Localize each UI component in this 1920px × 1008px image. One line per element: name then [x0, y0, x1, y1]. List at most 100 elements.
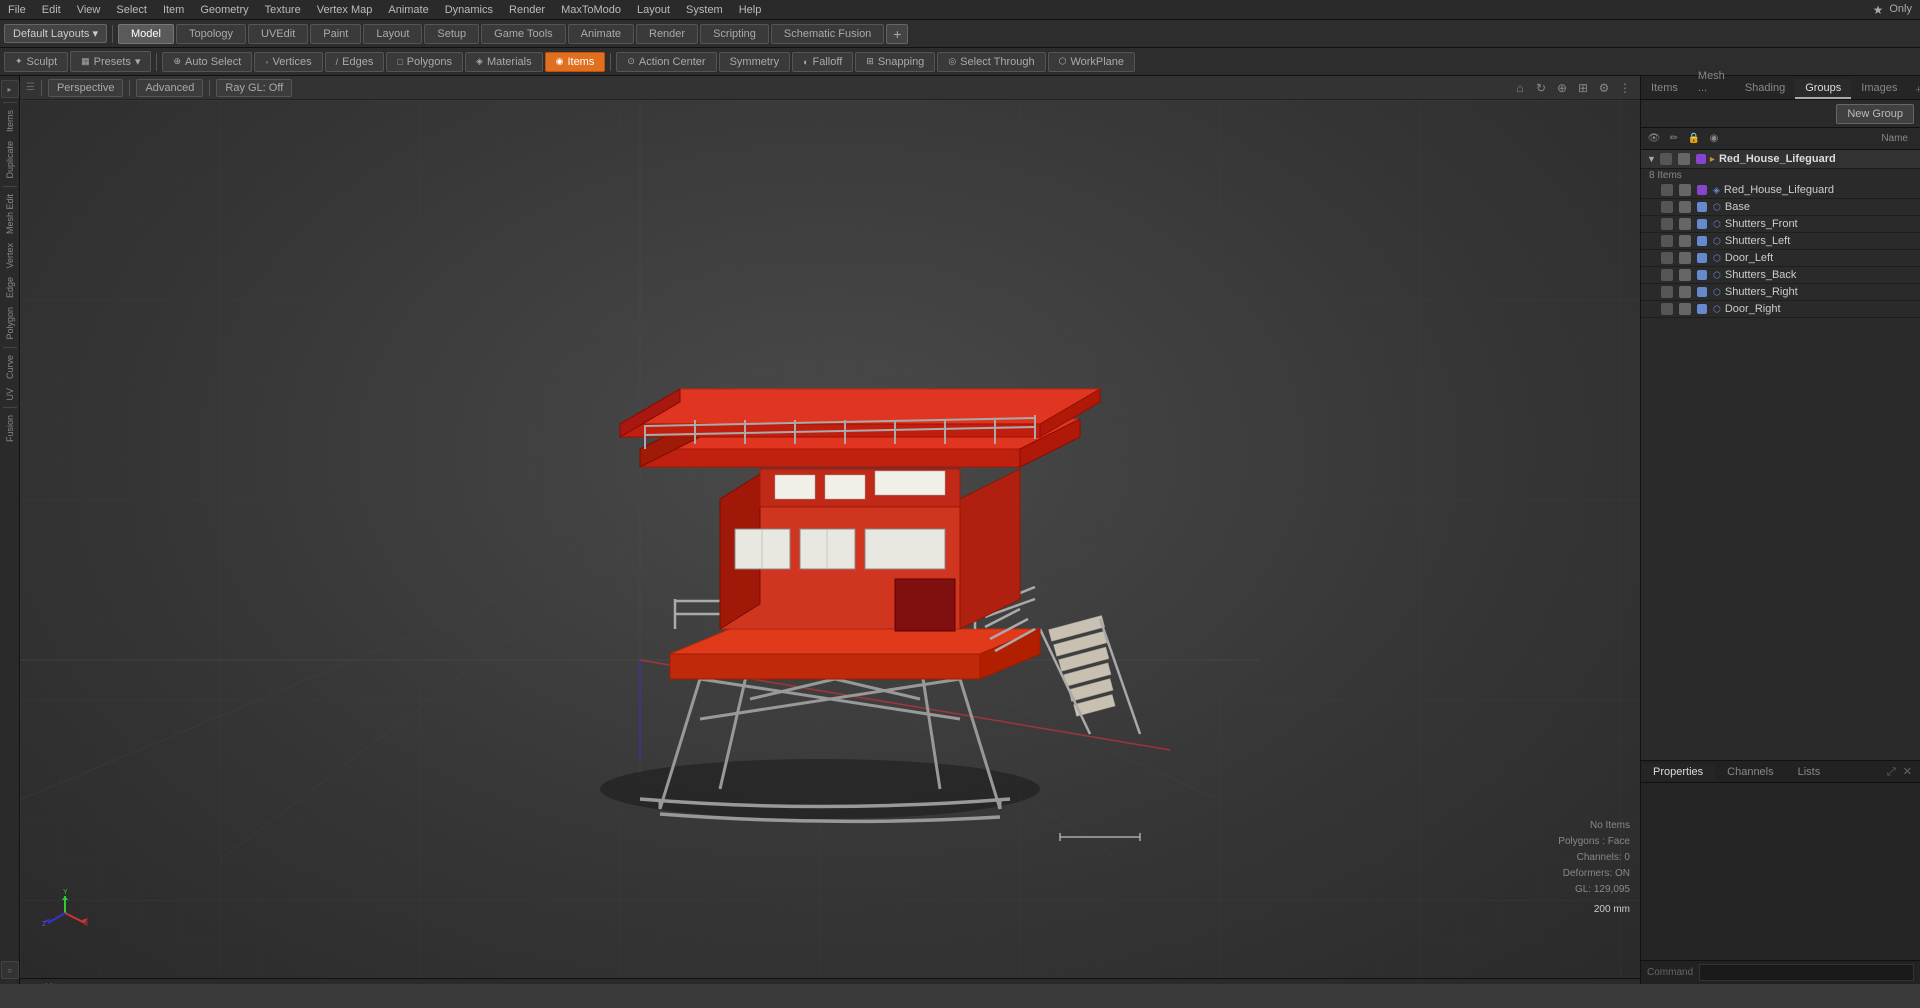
left-items-label[interactable]: Items: [3, 106, 17, 136]
menu-select[interactable]: Select: [108, 2, 155, 18]
new-group-button[interactable]: New Group: [1836, 104, 1914, 124]
list-item[interactable]: ⬡ Shutters_Back: [1641, 267, 1920, 284]
scene-group-row[interactable]: ▼ ▸ Red_House_Lifeguard: [1641, 150, 1920, 169]
list-item[interactable]: ⬡ Door_Left: [1641, 250, 1920, 267]
falloff-button[interactable]: ◐ Falloff: [792, 52, 853, 72]
channels-tab[interactable]: Channels: [1715, 764, 1785, 780]
tab-paint[interactable]: Paint: [310, 24, 361, 44]
tab-setup[interactable]: Setup: [424, 24, 479, 44]
menu-texture[interactable]: Texture: [257, 2, 309, 18]
color-icon[interactable]: ◉: [1705, 130, 1723, 148]
item-vis: [1661, 218, 1673, 230]
menu-item[interactable]: Item: [155, 2, 192, 18]
grid-icon[interactable]: ⊞: [1574, 79, 1592, 97]
list-item[interactable]: ⬡ Shutters_Right: [1641, 284, 1920, 301]
presets-button[interactable]: ▦ Presets ▾: [70, 51, 151, 72]
materials-button[interactable]: ◈ Materials: [465, 52, 543, 72]
items-button[interactable]: ◉ Items: [545, 52, 606, 72]
perspective-button[interactable]: Perspective: [48, 79, 123, 97]
viewport-menu-icon[interactable]: ☰: [26, 82, 35, 93]
left-divider-3: [3, 347, 17, 348]
left-duplicate-label[interactable]: Duplicate: [3, 137, 17, 183]
polygons-button[interactable]: □ Polygons: [386, 52, 463, 72]
left-curve-label[interactable]: Curve: [3, 351, 17, 383]
home-icon[interactable]: ⌂: [1511, 79, 1529, 97]
tab-layout[interactable]: Layout: [363, 24, 422, 44]
tab-animate[interactable]: Animate: [568, 24, 634, 44]
menu-layout[interactable]: Layout: [629, 2, 678, 18]
symmetry-button[interactable]: Symmetry: [719, 52, 791, 72]
list-item[interactable]: ⬡ Door_Right: [1641, 301, 1920, 318]
list-item[interactable]: ⬡ Shutters_Left: [1641, 233, 1920, 250]
menu-file[interactable]: File: [0, 2, 34, 18]
edges-button[interactable]: / Edges: [325, 52, 385, 72]
left-uv-label[interactable]: UV: [3, 384, 17, 405]
menu-render[interactable]: Render: [501, 2, 553, 18]
raygl-button[interactable]: Ray GL: Off: [216, 79, 292, 97]
add-tab-button[interactable]: +: [886, 24, 908, 44]
left-polygon-label[interactable]: Polygon: [3, 303, 17, 344]
menu-help[interactable]: Help: [731, 2, 770, 18]
menu-view[interactable]: View: [69, 2, 109, 18]
select-through-button[interactable]: ◎ Select Through: [937, 52, 1045, 72]
list-item[interactable]: ⬡ Base: [1641, 199, 1920, 216]
snapping-button[interactable]: ⊞ Snapping: [855, 52, 935, 72]
menu-system[interactable]: System: [678, 2, 731, 18]
mesh-icon: ⬡: [1713, 304, 1721, 315]
tab-shading[interactable]: Shading: [1735, 79, 1795, 99]
left-fusion-label[interactable]: Fusion: [3, 411, 17, 446]
workplane-button[interactable]: ⬡ WorkPlane: [1048, 52, 1135, 72]
list-item[interactable]: ⬡ Shutters_Front: [1641, 216, 1920, 233]
sculpt-button[interactable]: ✦ Sculpt: [4, 52, 68, 72]
gear-icon[interactable]: ⚙: [1595, 79, 1613, 97]
eye-toggle-icon[interactable]: 👁: [1645, 130, 1663, 148]
close-panel-icon[interactable]: ✕: [1903, 766, 1912, 778]
menu-edit[interactable]: Edit: [34, 2, 69, 18]
orbit-icon[interactable]: ↻: [1532, 79, 1550, 97]
svg-text:X: X: [84, 921, 89, 928]
sep1: [156, 53, 157, 71]
tab-mesh[interactable]: Mesh ...: [1688, 67, 1735, 99]
menu-geometry[interactable]: Geometry: [192, 2, 256, 18]
left-bottom-tool[interactable]: ○: [1, 961, 19, 979]
lists-tab[interactable]: Lists: [1786, 764, 1833, 780]
add-panel-tab[interactable]: +: [1907, 81, 1920, 99]
tab-scripting[interactable]: Scripting: [700, 24, 769, 44]
item-name-6: Shutters_Right: [1725, 286, 1798, 298]
tab-uvedit[interactable]: UVEdit: [248, 24, 308, 44]
tab-topology[interactable]: Topology: [176, 24, 246, 44]
tab-model[interactable]: Model: [118, 24, 174, 44]
action-center-button[interactable]: ⊙ Action Center: [616, 52, 716, 72]
menu-maxtomodo[interactable]: MaxToModo: [553, 2, 629, 18]
scene-list[interactable]: ▼ ▸ Red_House_Lifeguard 8 Items ◈ Red_Ho…: [1641, 150, 1920, 760]
list-item[interactable]: ◈ Red_House_Lifeguard: [1641, 182, 1920, 199]
menu-animate[interactable]: Animate: [380, 2, 436, 18]
vertices-button[interactable]: ◦ Vertices: [254, 52, 322, 72]
left-meshedit-label[interactable]: Mesh Edit: [3, 190, 17, 238]
zoom-icon[interactable]: ⊕: [1553, 79, 1571, 97]
tab-schematic-fusion[interactable]: Schematic Fusion: [771, 24, 884, 44]
command-input[interactable]: [1699, 964, 1914, 981]
menu-vertexmap[interactable]: Vertex Map: [309, 2, 381, 18]
auto-select-button[interactable]: ⊕ Auto Select: [162, 52, 252, 72]
viewport[interactable]: ☰ Perspective Advanced Ray GL: Off ⌂ ↻ ⊕…: [20, 76, 1640, 984]
edit-icon[interactable]: ✏: [1665, 130, 1683, 148]
tab-images[interactable]: Images: [1851, 79, 1907, 99]
properties-tab[interactable]: Properties: [1641, 764, 1715, 780]
tab-groups[interactable]: Groups: [1795, 79, 1851, 99]
item-lock: [1679, 252, 1691, 264]
tab-gametools[interactable]: Game Tools: [481, 24, 566, 44]
expand-icon[interactable]: ⤢: [1887, 766, 1896, 778]
advanced-button[interactable]: Advanced: [136, 79, 203, 97]
tab-render[interactable]: Render: [636, 24, 698, 44]
more-icon[interactable]: ⋮: [1616, 79, 1634, 97]
left-tool-arrow[interactable]: ▸: [1, 80, 19, 98]
star-icon: ★: [1873, 3, 1884, 17]
left-vertex-label[interactable]: Vertex: [3, 239, 17, 273]
left-edge-label[interactable]: Edge: [3, 273, 17, 302]
menu-dynamics[interactable]: Dynamics: [437, 2, 501, 18]
layouts-dropdown[interactable]: Default Layouts ▾: [4, 24, 107, 43]
tab-items[interactable]: Items: [1641, 79, 1688, 99]
lock-icon[interactable]: 🔒: [1685, 130, 1703, 148]
scene-canvas[interactable]: X Y Z No Items Polygons : Face Channels:…: [20, 100, 1640, 978]
